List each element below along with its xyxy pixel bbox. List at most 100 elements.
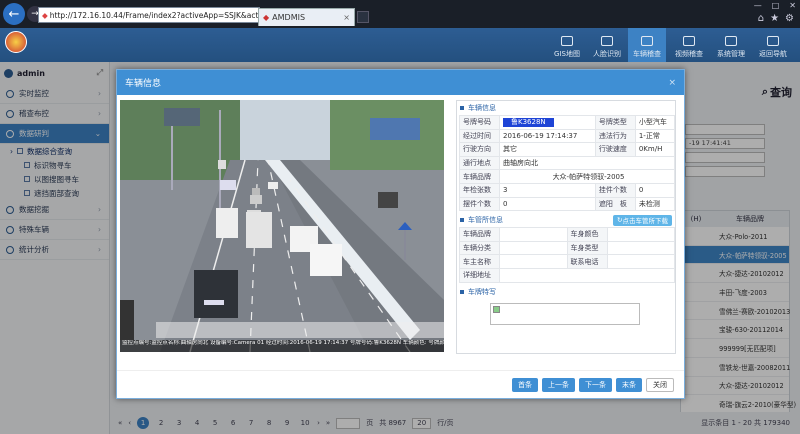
first-record-button[interactable]: 首条 (512, 377, 538, 392)
nav-label: 车辆稽查 (633, 50, 661, 58)
dialog-header: 车辆信息 × (117, 70, 684, 95)
browser-chrome: ← → ◆ http://172.16.10.44/Frame/index2?a… (0, 0, 800, 28)
section-title: 车牌特写 (468, 287, 496, 296)
field-label: 行驶方向 (459, 142, 500, 157)
app-header: GIS地图 人脸识别 车辆稽查 视频稽查 系统管理 返回导航 (0, 28, 800, 62)
field-label: 车辆分类 (459, 240, 500, 256)
broken-image-icon (493, 305, 500, 313)
prev-record-button[interactable]: 上一条 (542, 377, 575, 392)
field-label: 联系电话 (566, 254, 608, 269)
video-icon (683, 36, 695, 46)
field-value: 0 (634, 182, 676, 198)
field-value: 大众-帕萨特领驭-2005 (499, 169, 675, 184)
nav-system-management[interactable]: 系统管理 (712, 28, 750, 62)
plate-value-cell: 鲁K3628N (499, 115, 596, 130)
face-icon (601, 36, 613, 46)
plate-number-badge: 鲁K3628N (503, 117, 554, 127)
tab-title: AMDMIS (272, 13, 306, 22)
field-value: 未检测 (634, 196, 676, 212)
field-value (606, 227, 675, 242)
field-label: 车辆品牌 (459, 227, 500, 242)
gear-icon (725, 36, 737, 46)
nav-label: 系统管理 (717, 50, 745, 58)
field-label: 车身颜色 (566, 227, 608, 242)
new-tab-button[interactable] (357, 11, 369, 23)
field-value (606, 240, 675, 256)
home-icon[interactable]: ⌂ (758, 13, 764, 24)
field-value: 1-正常 (634, 128, 676, 144)
dmv-download-button[interactable]: ↻ 点击车管所下载 (613, 214, 672, 226)
nav-label: 视频稽查 (675, 50, 703, 58)
dmv-info-table: 车辆品牌 车身颜色 车辆分类 车身类型 车主名称 联系电话 详细地址 (459, 227, 675, 283)
section-vehicle-info: 车辆信息 (457, 101, 675, 115)
vehicle-capture-photo[interactable]: 监控点编号:监控点名称:曲轴房向北 设备编号:Camera 01 经过时间:20… (120, 100, 444, 352)
bullet-icon (460, 218, 464, 223)
field-label: 通行地点 (459, 155, 500, 171)
section-title: 车管所信息 (468, 216, 503, 225)
police-badge-logo (5, 31, 27, 53)
last-record-button[interactable]: 末条 (616, 377, 642, 392)
plate-closeup-image[interactable] (490, 302, 640, 325)
maximize-button[interactable]: □ (772, 1, 780, 10)
nav-label: GIS地图 (554, 50, 580, 58)
field-value: 3 (499, 182, 596, 198)
vehicle-info-dialog: 车辆信息 × 监控点编号:监控点名称:曲轴房向北 设备编号:Camera 01 … (116, 69, 685, 399)
browser-tab[interactable]: ◆ AMDMIS × (258, 8, 355, 26)
field-label: 摆件个数 (459, 196, 500, 212)
field-label: 遮阳 板 (594, 196, 636, 212)
nav-vehicle-inspection[interactable]: 车辆稽查 (628, 28, 666, 62)
window-close-button[interactable]: ✕ (789, 1, 796, 10)
field-value: 0Km/H (634, 142, 676, 157)
field-value (499, 254, 568, 269)
section-plate-closeup: 车牌特写 (457, 285, 675, 299)
bullet-icon (460, 106, 464, 110)
field-label: 详细地址 (459, 267, 500, 283)
nav-face-recognition[interactable]: 人脸识别 (588, 28, 626, 62)
field-label: 车辆品牌 (459, 169, 500, 184)
field-label: 号牌类型 (594, 115, 636, 130)
address-bar[interactable]: ◆ http://172.16.10.44/Frame/index2?activ… (38, 7, 260, 23)
field-label: 挂件个数 (594, 182, 636, 198)
map-icon (561, 36, 573, 46)
return-icon (767, 36, 779, 46)
dmv-download-label: 点击车管所下载 (622, 217, 669, 226)
section-title: 车辆信息 (468, 104, 496, 112)
dialog-footer: 首条 上一条 下一条 末条 关闭 (117, 370, 684, 398)
window-controls: — □ ✕ (754, 1, 796, 10)
browser-tools: ⌂ ★ ⚙ (758, 13, 794, 24)
next-record-button[interactable]: 下一条 (579, 377, 612, 392)
tab-favicon-icon: ◆ (263, 13, 270, 22)
field-label: 车身类型 (566, 240, 608, 256)
section-dmv-info: 车管所信息 ↻ 点击车管所下载 (457, 213, 675, 227)
vehicle-info-table: 号牌号码 鲁K3628N 号牌类型 小型汽车 经过时间 2016-06-19 1… (459, 115, 676, 212)
dialog-close-button[interactable]: × (668, 78, 676, 88)
vehicle-info-panel: 车辆信息 号牌号码 鲁K3628N 号牌类型 小型汽车 经过时间 2016-06… (456, 100, 676, 354)
settings-icon[interactable]: ⚙ (785, 13, 794, 24)
nav-gis-map[interactable]: GIS地图 (548, 28, 586, 62)
favorites-icon[interactable]: ★ (770, 13, 779, 24)
field-value (606, 254, 675, 269)
traffic-scene-image (120, 100, 444, 352)
dialog-title: 车辆信息 (125, 79, 162, 89)
field-value: 曲轴房向北 (499, 155, 675, 171)
nav-video-inspection[interactable]: 视频稽查 (670, 28, 708, 62)
back-button[interactable]: ← (3, 3, 25, 25)
nav-label: 人脸识别 (593, 50, 621, 58)
page-icon: ◆ (42, 10, 48, 20)
field-label: 违法行为 (594, 128, 636, 144)
url-text: http://172.16.10.44/Frame/index2?activeA… (49, 10, 260, 20)
bullet-icon (460, 289, 464, 294)
nav-label: 返回导航 (759, 50, 787, 58)
nav-return[interactable]: 返回导航 (754, 28, 792, 62)
tab-close-icon[interactable]: × (343, 13, 350, 22)
minimize-button[interactable]: — (754, 1, 762, 10)
field-value: 其它 (499, 142, 596, 157)
field-label: 行驶速度 (594, 142, 636, 157)
photo-caption: 监控点编号:监控点名称:曲轴房向北 设备编号:Camera 01 经过时间:20… (120, 340, 444, 352)
field-value: 0 (499, 196, 596, 212)
field-value (499, 267, 675, 283)
field-value: 2016-06-19 17:14:37 (499, 128, 596, 144)
truck-icon (641, 36, 653, 46)
close-button[interactable]: 关闭 (646, 377, 674, 392)
field-label: 车主名称 (459, 254, 500, 269)
